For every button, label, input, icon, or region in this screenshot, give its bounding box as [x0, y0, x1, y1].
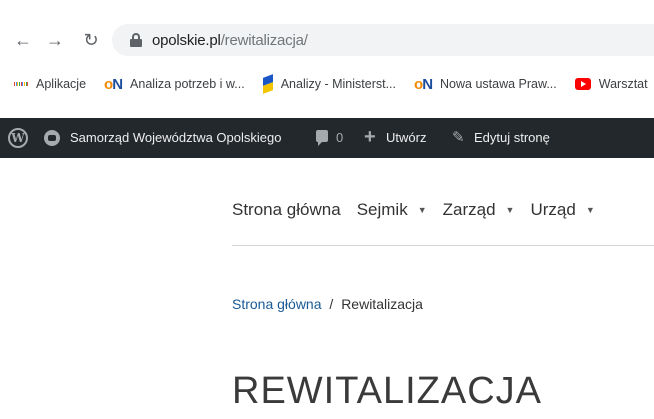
reload-icon[interactable]: ↻: [80, 29, 102, 51]
comment-count[interactable]: 0: [336, 130, 343, 145]
comment-icon[interactable]: [316, 130, 328, 146]
bookmark-analiza-potrzeb[interactable]: oN Analiza potrzeb i w...: [104, 76, 245, 93]
url-text[interactable]: opolskie.pl/rewitalizacja/: [152, 32, 308, 49]
on-logo-icon: oN: [414, 75, 433, 93]
on-logo-icon: oN: [104, 75, 123, 93]
page-title: REWITALIZACJA: [232, 370, 542, 412]
dropdown-caret-icon[interactable]: ▼: [506, 205, 515, 215]
bookmark-label: Analiza potrzeb i w...: [130, 77, 245, 91]
bookmark-label: Nowa ustawa Praw...: [440, 77, 557, 91]
wordpress-logo-icon[interactable]: W: [8, 128, 28, 148]
nav-item-urzad[interactable]: Urząd ▼: [530, 200, 594, 220]
apps-grid-icon: [13, 77, 29, 91]
nav-item-label: Urząd: [530, 200, 576, 219]
nav-item-sejmik[interactable]: Sejmik ▼: [357, 200, 427, 220]
forward-arrow-icon[interactable]: →: [44, 29, 66, 51]
bookmark-label: Aplikacje: [36, 77, 87, 91]
url-path: /rewitalizacja/: [220, 31, 308, 49]
breadcrumb-separator: /: [329, 296, 334, 312]
url-host: opolskie.pl: [152, 31, 221, 49]
main-navigation: Strona główna Sejmik ▼ Zarząd ▼ Urząd ▼: [232, 200, 654, 246]
lock-icon[interactable]: [130, 33, 142, 47]
bookmark-warsztat[interactable]: Warsztat: [574, 77, 648, 91]
wp-admin-bar: W Samorząd Województwa Opolskiego 0 + Ut…: [0, 118, 654, 158]
back-arrow-icon[interactable]: ←: [12, 29, 34, 51]
nav-item-label: Zarząd: [442, 200, 496, 219]
dropdown-caret-icon[interactable]: ▼: [418, 205, 427, 215]
dropdown-caret-icon[interactable]: ▼: [586, 205, 595, 215]
youtube-icon: [574, 78, 591, 90]
address-bar[interactable]: opolskie.pl/rewitalizacja/: [112, 24, 654, 56]
plus-icon[interactable]: +: [364, 127, 376, 147]
bookmark-analizy-ministerstwo[interactable]: Analizy - Ministerst...: [262, 74, 397, 94]
breadcrumb-home-link[interactable]: Strona główna: [232, 296, 322, 312]
bookmarks-bar: Aplikacje oN Analiza potrzeb i w... Anal…: [0, 62, 654, 106]
edit-page-link[interactable]: Edytuj stronę: [474, 130, 550, 145]
bookmark-nowa-ustawa[interactable]: oN Nowa ustawa Praw...: [414, 76, 557, 93]
dashboard-icon[interactable]: [44, 130, 60, 146]
ministry-flag-icon: [262, 74, 273, 94]
breadcrumb-current: Rewitalizacja: [341, 296, 423, 312]
browser-toolbar: ← → ↻ opolskie.pl/rewitalizacja/: [0, 22, 654, 58]
pencil-icon[interactable]: ✎: [452, 128, 465, 146]
site-name-link[interactable]: Samorząd Województwa Opolskiego: [70, 130, 281, 145]
bookmark-label: Warsztat: [598, 77, 648, 91]
nav-item-label: Strona główna: [232, 200, 341, 219]
bookmark-label: Analizy - Ministerst...: [280, 77, 397, 91]
new-content-link[interactable]: Utwórz: [386, 130, 426, 145]
nav-item-home[interactable]: Strona główna: [232, 200, 341, 220]
breadcrumb: Strona główna / Rewitalizacja: [232, 296, 423, 312]
nav-item-zarzad[interactable]: Zarząd ▼: [443, 200, 515, 220]
nav-item-label: Sejmik: [356, 200, 408, 219]
bookmark-apps[interactable]: Aplikacje: [13, 77, 87, 91]
